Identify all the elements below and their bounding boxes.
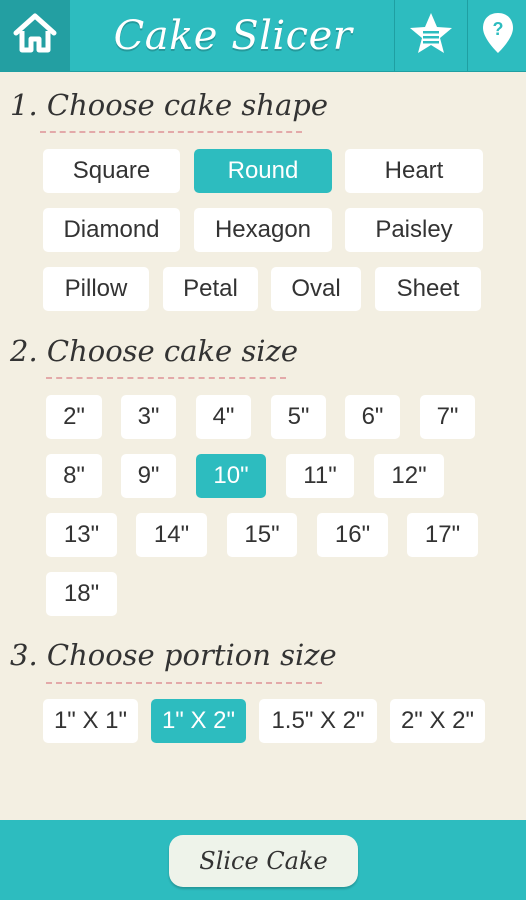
- size-13-button[interactable]: 13": [46, 513, 117, 557]
- shape-paisley-button[interactable]: Paisley: [345, 208, 483, 252]
- portion-2x2-button[interactable]: 2" X 2": [390, 699, 485, 743]
- size-3-button[interactable]: 3": [121, 395, 176, 439]
- shape-hexagon-button[interactable]: Hexagon: [194, 208, 332, 252]
- size-5-button[interactable]: 5": [271, 395, 326, 439]
- portion-1x1-button[interactable]: 1" X 1": [43, 699, 138, 743]
- help-button[interactable]: ?: [467, 0, 526, 71]
- app-title: Cake Slicer: [113, 12, 353, 59]
- size-9-button[interactable]: 9": [121, 454, 176, 498]
- shape-oval-button[interactable]: Oval: [271, 267, 361, 311]
- size-2-button[interactable]: 2": [46, 395, 102, 439]
- size-15-button[interactable]: 15": [227, 513, 297, 557]
- shape-round-button[interactable]: Round: [194, 149, 332, 193]
- size-18-button[interactable]: 18": [46, 572, 117, 616]
- shape-heart-button[interactable]: Heart: [345, 149, 483, 193]
- section-title-portion: 3. Choose portion size: [10, 638, 337, 672]
- section-divider: [46, 682, 322, 684]
- slice-cake-button[interactable]: Slice Cake: [169, 835, 358, 887]
- section-divider: [40, 131, 302, 133]
- home-icon: [12, 13, 58, 58]
- home-button[interactable]: [0, 0, 70, 71]
- size-17-button[interactable]: 17": [407, 513, 478, 557]
- star-list-icon: [408, 11, 454, 60]
- size-8-button[interactable]: 8": [46, 454, 102, 498]
- section-title-size: 2. Choose cake size: [10, 334, 299, 368]
- size-7-button[interactable]: 7": [420, 395, 475, 439]
- size-10-button[interactable]: 10": [196, 454, 266, 498]
- help-location-icon: ?: [481, 11, 515, 60]
- size-14-button[interactable]: 14": [136, 513, 207, 557]
- portion-1x2-button[interactable]: 1" X 2": [151, 699, 246, 743]
- shape-diamond-button[interactable]: Diamond: [43, 208, 180, 252]
- shape-pillow-button[interactable]: Pillow: [43, 267, 149, 311]
- size-12-button[interactable]: 12": [374, 454, 444, 498]
- top-bar: Cake Slicer ?: [0, 0, 526, 72]
- shape-sheet-button[interactable]: Sheet: [375, 267, 481, 311]
- portion-1.5x2-button[interactable]: 1.5" X 2": [259, 699, 377, 743]
- size-11-button[interactable]: 11": [286, 454, 354, 498]
- section-divider: [46, 377, 286, 379]
- favorites-button[interactable]: [394, 0, 467, 71]
- shape-square-button[interactable]: Square: [43, 149, 180, 193]
- size-16-button[interactable]: 16": [317, 513, 388, 557]
- size-6-button[interactable]: 6": [345, 395, 400, 439]
- shape-petal-button[interactable]: Petal: [163, 267, 258, 311]
- section-title-shape: 1. Choose cake shape: [10, 88, 328, 122]
- size-4-button[interactable]: 4": [196, 395, 251, 439]
- svg-text:?: ?: [492, 19, 503, 39]
